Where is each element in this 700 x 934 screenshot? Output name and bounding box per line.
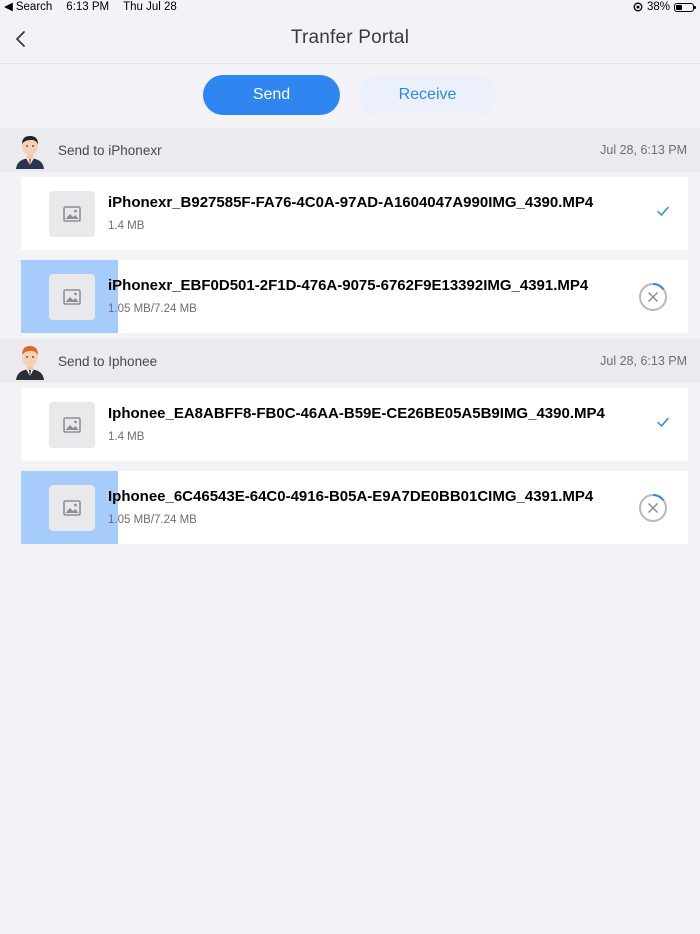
tab-send[interactable]: Send <box>203 75 340 115</box>
group-timestamp: Jul 28, 6:13 PM <box>600 354 687 368</box>
male-avatar-red-hair-icon <box>16 346 44 380</box>
back-triangle-icon: ◀ <box>4 1 13 13</box>
status-date: Thu Jul 28 <box>123 1 177 13</box>
file-thumbnail <box>49 402 95 448</box>
file-size: 1.4 MB <box>108 220 145 232</box>
checkmark-icon <box>657 417 669 427</box>
file-name: iPhonexr_EBF0D501-2F1D-476A-9075-6762F9E… <box>108 277 589 294</box>
orientation-lock-icon <box>633 2 643 12</box>
image-placeholder-icon <box>63 417 81 433</box>
image-placeholder-icon <box>63 289 81 305</box>
file-row[interactable]: iPhonexr_EBF0D501-2F1D-476A-9075-6762F9E… <box>21 260 688 333</box>
group-label: Send to Iphonee <box>58 354 158 369</box>
battery-icon <box>674 2 696 12</box>
file-size: 1.4 MB <box>108 431 145 443</box>
file-row[interactable]: Iphonee_EA8ABFF8-FB0C-46AA-B59E-CE26BE05… <box>21 388 688 461</box>
back-to-search-link[interactable]: ◀ Search <box>4 0 52 14</box>
navigation-bar: Tranfer Portal <box>0 14 700 64</box>
battery-percent: 38% <box>646 1 670 13</box>
file-thumbnail <box>49 485 95 531</box>
group-timestamp: Jul 28, 6:13 PM <box>600 143 687 157</box>
tab-receive[interactable]: Receive <box>359 75 496 115</box>
file-row[interactable]: iPhonexr_B927585F-FA76-4C0A-97AD-A160404… <box>21 177 688 250</box>
battery-level <box>676 4 683 10</box>
cancel-transfer-icon[interactable] <box>638 493 668 523</box>
back-app-label: Search <box>15 1 53 13</box>
image-placeholder-icon <box>63 500 81 516</box>
file-size: 1.05 MB/7.24 MB <box>108 303 197 315</box>
group-header-iphonexr: Send to iPhonexr Jul 28, 6:13 PM <box>0 128 700 172</box>
file-name: iPhonexr_B927585F-FA76-4C0A-97AD-A160404… <box>108 194 594 211</box>
file-name: Iphonee_6C46543E-64C0-4916-B05A-E9A7DE0B… <box>108 488 594 505</box>
file-size: 1.05 MB/7.24 MB <box>108 514 197 526</box>
male-avatar-dark-hair-icon <box>16 136 44 169</box>
cancel-transfer-icon[interactable] <box>638 282 668 312</box>
image-placeholder-icon <box>63 206 81 222</box>
group-label: Send to iPhonexr <box>58 143 162 158</box>
status-time: 6:13 PM <box>66 1 110 13</box>
checkmark-icon <box>657 206 669 216</box>
file-row[interactable]: Iphonee_6C46543E-64C0-4916-B05A-E9A7DE0B… <box>21 471 688 544</box>
file-thumbnail <box>49 274 95 320</box>
group-header-iphonee: Send to Iphonee Jul 28, 6:13 PM <box>0 339 700 383</box>
file-name: Iphonee_EA8ABFF8-FB0C-46AA-B59E-CE26BE05… <box>108 405 605 422</box>
page-title: Tranfer Portal <box>290 27 410 48</box>
file-thumbnail <box>49 191 95 237</box>
status-bar: ◀ Search 6:13 PM Thu Jul 28 38% <box>0 0 700 14</box>
